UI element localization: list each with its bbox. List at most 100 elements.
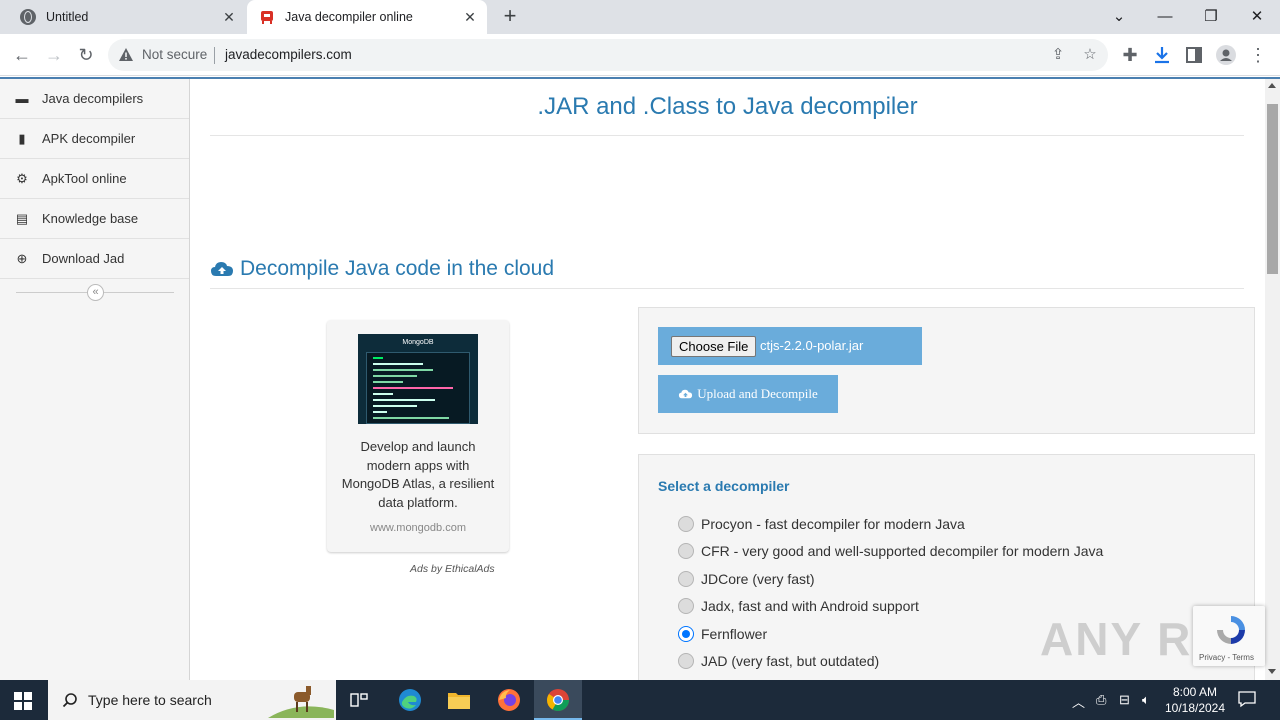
radio-jad[interactable]: JAD (very fast, but outdated) <box>678 651 879 671</box>
search-placeholder[interactable]: Type here to search <box>88 692 212 708</box>
ad-brand: MongoDB <box>402 339 434 346</box>
tray-volume-icon[interactable]: 🔈︎ <box>1142 692 1150 708</box>
phone-icon: ▮ <box>18 130 26 146</box>
sidebar-item-label: APK decompiler <box>42 131 136 146</box>
minimize-button[interactable]: — <box>1152 4 1178 30</box>
globe-icon <box>20 9 36 25</box>
sidebar-item-label: Knowledge base <box>42 211 139 226</box>
bookmark-star-icon[interactable]: ☆ <box>1080 45 1100 65</box>
radio-button-selected[interactable] <box>678 626 694 642</box>
cloud-upload-icon <box>211 262 233 276</box>
sidebar-item-java-decompilers[interactable]: ▬ Java decompilers <box>0 79 189 119</box>
clock-date: 10/18/2024 <box>1164 701 1226 715</box>
address-bar[interactable]: Not secure javadecompilers.com ⇪ ☆ <box>108 39 1108 71</box>
radio-label[interactable]: JDCore (very fast) <box>701 571 815 587</box>
page-scrollbar[interactable] <box>1265 79 1280 680</box>
browser-toolbar: ← → ↻ Not secure javadecompilers.com ⇪ ☆… <box>0 34 1280 76</box>
ad-card[interactable]: MongoDB Develop and launch modern apps w… <box>327 320 509 552</box>
forward-arrow-icon[interactable]: → <box>42 43 66 67</box>
tray-network-icon[interactable]: ⊟ <box>1119 692 1130 708</box>
radio-label[interactable]: JAD (very fast, but outdated) <box>701 653 879 669</box>
url-text[interactable]: javadecompilers.com <box>225 47 352 62</box>
decompiler-select-title: Select a decompiler <box>658 478 790 494</box>
laptop-icon: ▬ <box>15 90 29 106</box>
scroll-thumb[interactable] <box>1267 104 1278 274</box>
windows-start-icon[interactable] <box>14 692 32 710</box>
main-content: .JAR and .Class to Java decompiler Decom… <box>190 79 1265 694</box>
close-icon[interactable]: ✕ <box>461 8 479 26</box>
back-arrow-icon[interactable]: ← <box>10 43 34 67</box>
tray-chevron-icon[interactable]: ︿ <box>1072 692 1085 711</box>
close-window-button[interactable]: ✕ <box>1244 4 1270 30</box>
radio-button[interactable] <box>678 543 694 559</box>
radio-jadx[interactable]: Jadx, fast and with Android support <box>678 596 919 616</box>
sidebar-item-label: ApkTool online <box>42 171 127 186</box>
sidebar-item-apk-decompiler[interactable]: ▮ APK decompiler <box>0 119 189 159</box>
ad-url[interactable]: www.mongodb.com <box>327 522 509 534</box>
tab-untitled[interactable]: Untitled ✕ <box>8 0 246 34</box>
task-view-button[interactable] <box>336 680 384 720</box>
radio-button[interactable] <box>678 571 694 587</box>
windows-taskbar: Type here to search ︿ ⎙ ⊟ 🔈︎ 8:00 AM 10/… <box>0 680 1280 720</box>
section-title: Decompile Java code in the cloud <box>240 257 555 280</box>
radio-button[interactable] <box>678 653 694 669</box>
share-icon[interactable]: ⇪ <box>1048 45 1068 65</box>
side-panel-icon[interactable] <box>1182 43 1206 67</box>
address-divider <box>214 47 215 64</box>
warning-icon[interactable] <box>118 47 134 63</box>
taskbar-firefox[interactable] <box>485 680 533 720</box>
sidebar-item-download-jad[interactable]: ⊕ Download Jad <box>0 239 189 279</box>
scroll-down-arrow-icon[interactable] <box>1268 669 1276 674</box>
close-icon[interactable]: ✕ <box>220 8 238 26</box>
radio-cfr[interactable]: CFR - very good and well-supported decom… <box>678 541 1103 561</box>
web-page: ▬ Java decompilers ▮ APK decompiler ⚙ Ap… <box>0 77 1280 694</box>
new-tab-button[interactable]: + <box>498 5 522 29</box>
ad-attribution[interactable]: Ads by EthicalAds <box>410 563 495 575</box>
sidebar-item-label: Java decompilers <box>42 91 144 106</box>
tray-device-icon[interactable]: ⎙ <box>1096 692 1106 708</box>
extensions-puzzle-icon[interactable]: ✚ <box>1118 43 1142 67</box>
reload-icon[interactable]: ↻ <box>74 43 98 67</box>
taskbar-edge[interactable] <box>386 680 434 720</box>
sidebar-item-knowledge-base[interactable]: ▤ Knowledge base <box>0 199 189 239</box>
restore-button[interactable]: ❐ <box>1198 4 1224 30</box>
profile-avatar-icon[interactable] <box>1214 43 1238 67</box>
page-title: .JAR and .Class to Java decompiler <box>537 93 918 120</box>
sidebar-item-apktool-online[interactable]: ⚙ ApkTool online <box>0 159 189 199</box>
clock-time: 8:00 AM <box>1172 685 1218 699</box>
ad-text[interactable]: Develop and launch modern apps with Mong… <box>337 438 499 512</box>
taskbar-chrome[interactable] <box>534 680 582 720</box>
download-icon[interactable] <box>1150 43 1174 67</box>
download-circle-icon: ⊕ <box>16 250 28 266</box>
radio-procyon[interactable]: Procyon - fast decompiler for modern Jav… <box>678 514 965 534</box>
tab-title: Java decompiler online <box>285 10 413 24</box>
taskbar-search[interactable]: Type here to search <box>48 680 336 720</box>
title-divider <box>210 135 1244 136</box>
radio-label[interactable]: Procyon - fast decompiler for modern Jav… <box>701 516 965 532</box>
radio-label[interactable]: CFR - very good and well-supported decom… <box>701 543 1103 559</box>
radio-fernflower[interactable]: Fernflower <box>678 624 767 644</box>
tab-java-decompiler[interactable]: Java decompiler online ✕ <box>247 0 487 34</box>
menu-kebab-icon[interactable]: ⋮ <box>1246 43 1270 67</box>
taskbar-file-explorer[interactable] <box>435 680 483 720</box>
recaptcha-badge[interactable]: Privacy - Terms <box>1193 606 1265 666</box>
radio-button[interactable] <box>678 598 694 614</box>
tab-search-chevron-icon[interactable]: ⌄ <box>1106 4 1132 30</box>
taskbar-clock[interactable]: 8:00 AM 10/18/2024 <box>1160 684 1230 716</box>
folder-icon <box>448 693 470 709</box>
radio-button[interactable] <box>678 516 694 532</box>
recaptcha-terms[interactable]: Privacy - Terms <box>1199 653 1254 662</box>
radio-label[interactable]: Fernflower <box>701 626 767 642</box>
choose-file-button[interactable]: Choose File <box>671 336 757 357</box>
radio-jdcore[interactable]: JDCore (very fast) <box>678 569 815 589</box>
radio-label[interactable]: Jadx, fast and with Android support <box>701 598 919 614</box>
security-label[interactable]: Not secure <box>142 47 207 62</box>
sidebar-collapse-button[interactable]: « <box>87 284 104 301</box>
upload-decompile-button[interactable]: Upload and Decompile <box>658 375 838 413</box>
file-input[interactable]: Choose File ctjs-2.2.0-polar.jar <box>658 327 922 365</box>
scroll-up-arrow-icon[interactable] <box>1268 83 1276 88</box>
notification-icon[interactable] <box>1238 690 1256 708</box>
search-icon <box>62 693 77 708</box>
site-favicon-icon <box>261 11 273 24</box>
ad-image[interactable]: MongoDB <box>358 334 478 424</box>
